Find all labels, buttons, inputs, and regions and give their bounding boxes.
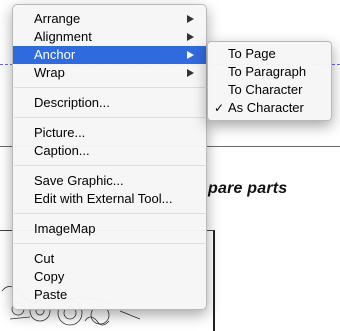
menu-separator xyxy=(14,165,207,166)
anchor-submenu: To Page To Paragraph To Character ✓ As C… xyxy=(207,41,332,121)
menu-separator xyxy=(14,87,207,88)
submenu-item-label: To Paragraph xyxy=(228,64,307,79)
menu-item-label: Alignment xyxy=(34,29,92,44)
menu-item-label: Description... xyxy=(34,95,110,110)
menu-item-paste[interactable]: Paste xyxy=(13,286,206,304)
submenu-arrow-icon xyxy=(187,69,194,77)
menu-separator xyxy=(14,213,207,214)
menu-item-label: Wrap xyxy=(34,65,65,80)
submenu-item-as-character[interactable]: ✓ As Character xyxy=(208,99,331,117)
submenu-item-to-paragraph[interactable]: To Paragraph xyxy=(208,63,331,81)
menu-item-label: ImageMap xyxy=(34,221,96,236)
submenu-arrow-icon xyxy=(187,33,194,41)
checkmark-icon: ✓ xyxy=(214,101,225,115)
menu-item-label: Caption... xyxy=(34,143,90,158)
menu-item-alignment[interactable]: Alignment xyxy=(13,28,206,46)
menu-item-label: Arrange xyxy=(34,11,81,26)
context-menu: Arrange Alignment Anchor Wrap Descriptio… xyxy=(12,4,207,310)
menu-item-label: Save Graphic... xyxy=(34,173,124,188)
menu-item-copy[interactable]: Copy xyxy=(13,268,206,286)
submenu-arrow-icon xyxy=(187,15,194,23)
menu-separator xyxy=(14,117,207,118)
menu-item-label: Edit with External Tool... xyxy=(34,191,173,206)
menu-item-picture[interactable]: Picture... xyxy=(13,124,206,142)
menu-item-cut[interactable]: Cut xyxy=(13,250,206,268)
menu-separator xyxy=(14,243,207,244)
menu-item-save-graphic[interactable]: Save Graphic... xyxy=(13,172,206,190)
menu-item-imagemap[interactable]: ImageMap xyxy=(13,220,206,238)
menu-item-anchor[interactable]: Anchor xyxy=(13,46,206,64)
menu-item-caption[interactable]: Caption... xyxy=(13,142,206,160)
submenu-item-label: As Character xyxy=(228,100,304,115)
menu-item-wrap[interactable]: Wrap xyxy=(13,64,206,82)
menu-item-edit-external[interactable]: Edit with External Tool... xyxy=(13,190,206,208)
menu-item-label: Paste xyxy=(34,287,68,302)
submenu-item-to-page[interactable]: To Page xyxy=(208,45,331,63)
submenu-arrow-icon xyxy=(187,51,194,59)
document-heading: pare parts xyxy=(208,180,288,197)
submenu-item-label: To Character xyxy=(228,82,303,97)
menu-item-arrange[interactable]: Arrange xyxy=(13,10,206,28)
submenu-item-label: To Page xyxy=(228,46,276,61)
menu-item-label: Copy xyxy=(34,269,65,284)
menu-item-label: Anchor xyxy=(34,47,76,62)
menu-item-label: Picture... xyxy=(34,125,86,140)
submenu-item-to-character[interactable]: To Character xyxy=(208,81,331,99)
menu-item-label: Cut xyxy=(34,251,55,266)
menu-item-description[interactable]: Description... xyxy=(13,94,206,112)
